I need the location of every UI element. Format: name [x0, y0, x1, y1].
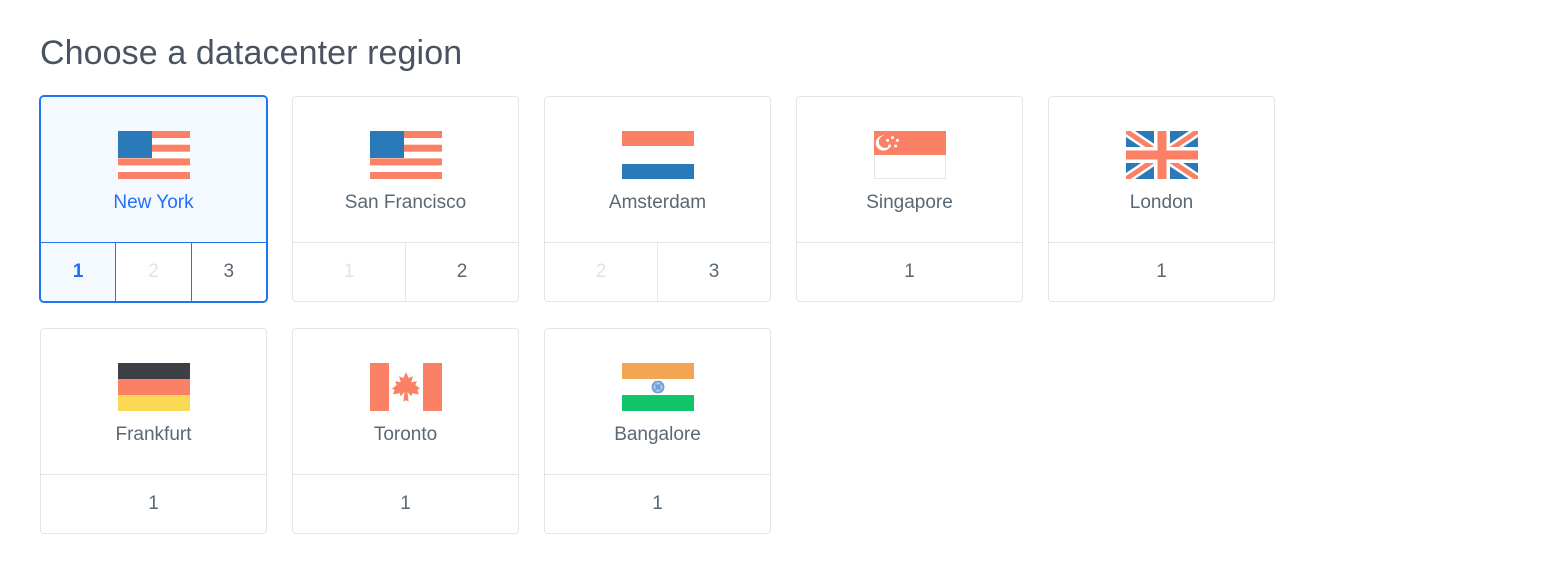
region-slot-row: 123 — [41, 241, 266, 301]
india-flag-icon — [621, 362, 694, 411]
region-card-body[interactable]: San Francisco — [293, 97, 518, 242]
region-name-label: Frankfurt — [115, 423, 192, 445]
region-slot-option[interactable]: 1 — [797, 242, 1022, 301]
region-card-body[interactable]: Toronto — [293, 329, 518, 474]
region-slot-option[interactable]: 2 — [405, 242, 518, 301]
region-card[interactable]: Bangalore 1 — [544, 327, 771, 534]
region-slot-row: 1 — [1049, 241, 1274, 301]
region-name-label: Singapore — [866, 191, 953, 213]
region-slot-row: 23 — [545, 241, 770, 301]
region-slot-option[interactable]: 1 — [1049, 242, 1274, 301]
us-flag-icon — [369, 130, 442, 179]
region-card-body[interactable]: Amsterdam — [545, 97, 770, 242]
page-title: Choose a datacenter region — [40, 34, 463, 72]
region-card[interactable]: London 1 — [1048, 95, 1275, 302]
region-slot-row: 1 — [41, 473, 266, 533]
region-card-grid: New York 1 2 3 San Francisco 1 2 Amsterdam 2 3 … — [40, 95, 1525, 534]
region-card[interactable]: Toronto 1 — [292, 327, 519, 534]
datacenter-region-picker: Choose a datacenter region New York 1 2 3 S… — [0, 0, 1560, 575]
region-slot-option[interactable]: 1 — [41, 474, 266, 533]
region-slot-option: 1 — [293, 242, 405, 301]
region-card-body[interactable]: New York — [41, 96, 266, 242]
region-name-label: London — [1129, 191, 1194, 213]
region-card[interactable]: Singapore 1 — [796, 95, 1023, 302]
region-name-label: New York — [113, 191, 194, 213]
region-card[interactable]: New York 1 2 3 — [40, 95, 267, 302]
region-slot-option[interactable]: 1 — [41, 242, 116, 301]
region-card[interactable]: San Francisco 1 2 — [292, 95, 519, 302]
region-card-body[interactable]: London — [1049, 97, 1274, 242]
region-name-label: Amsterdam — [608, 191, 707, 213]
region-slot-option[interactable]: 3 — [657, 242, 770, 301]
us-flag-icon — [117, 130, 190, 179]
region-card-body[interactable]: Frankfurt — [41, 329, 266, 474]
region-name-label: San Francisco — [344, 191, 467, 213]
region-card-body[interactable]: Bangalore — [545, 329, 770, 474]
region-slot-row: 1 — [797, 241, 1022, 301]
region-slot-option: 2 — [545, 242, 657, 301]
region-slot-row: 1 — [293, 473, 518, 533]
germany-flag-icon — [117, 362, 190, 411]
region-card[interactable]: Amsterdam 2 3 — [544, 95, 771, 302]
region-slot-option: 2 — [115, 242, 191, 301]
united-kingdom-flag-icon — [1125, 130, 1198, 179]
region-card-body[interactable]: Singapore — [797, 97, 1022, 242]
region-name-label: Bangalore — [614, 423, 701, 445]
region-slot-row: 12 — [293, 241, 518, 301]
region-slot-option[interactable]: 1 — [545, 474, 770, 533]
region-slot-option[interactable]: 3 — [190, 242, 266, 301]
region-slot-row: 1 — [545, 473, 770, 533]
netherlands-flag-icon — [621, 130, 694, 179]
canada-flag-icon — [369, 362, 442, 411]
region-card[interactable]: Frankfurt 1 — [40, 327, 267, 534]
singapore-flag-icon — [873, 130, 946, 179]
region-slot-option[interactable]: 1 — [293, 474, 518, 533]
region-name-label: Toronto — [373, 423, 438, 445]
